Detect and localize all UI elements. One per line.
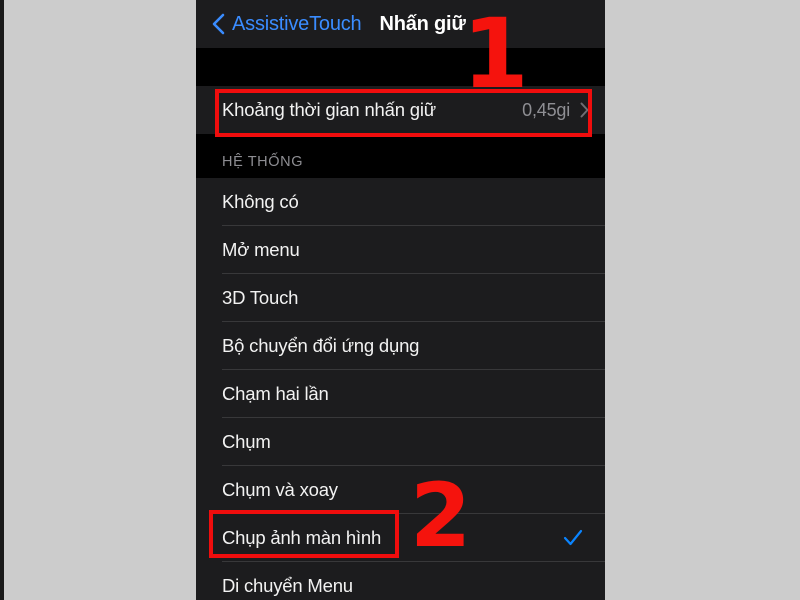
hold-duration-right: 0,45gi xyxy=(522,100,589,121)
back-button[interactable]: AssistiveTouch xyxy=(212,12,362,36)
row-hold-duration[interactable]: Khoảng thời gian nhấn giữ 0,45gi xyxy=(196,86,605,134)
list-item[interactable]: Chụp ảnh màn hình xyxy=(196,514,605,561)
list-item-label: Mở menu xyxy=(222,238,300,260)
option-list: Không có Mở menu 3D Touch Bộ chuyển đổi ứng… xyxy=(196,178,605,600)
list-item[interactable]: Chụm và xoay xyxy=(196,466,605,513)
list-item-label: Chạm hai lần xyxy=(222,382,329,404)
list-item-label: 3D Touch xyxy=(222,286,299,308)
left-edge-strip xyxy=(0,0,4,600)
list-item-label: Chụm xyxy=(222,430,271,452)
list-item-label: Di chuyển Menu xyxy=(222,574,353,596)
section-header-label: HỆ THỐNG xyxy=(222,154,304,170)
list-item[interactable]: Chụm xyxy=(196,418,605,465)
list-item[interactable]: Bộ chuyển đổi ứng dụng xyxy=(196,322,605,369)
navigation-bar: AssistiveTouch Nhấn giữ xyxy=(196,0,605,48)
list-item[interactable]: Di chuyển Menu xyxy=(196,562,605,600)
screenshot-canvas: AssistiveTouch Nhấn giữ Khoảng thời gian… xyxy=(0,0,800,600)
chevron-left-icon xyxy=(212,13,225,35)
phone-screen: AssistiveTouch Nhấn giữ Khoảng thời gian… xyxy=(196,0,605,600)
list-item[interactable]: Mở menu xyxy=(196,226,605,273)
navbar-gap xyxy=(196,48,605,86)
back-button-label: AssistiveTouch xyxy=(232,12,362,35)
section-header-system: HỆ THỐNG xyxy=(196,134,605,178)
hold-duration-value: 0,45gi xyxy=(522,99,570,120)
list-item-label: Bộ chuyển đổi ứng dụng xyxy=(222,334,420,356)
list-item[interactable]: Không có xyxy=(196,178,605,225)
page-title: Nhấn giữ xyxy=(379,12,466,35)
list-item-label: Chụp ảnh màn hình xyxy=(222,526,382,548)
hold-duration-label: Khoảng thời gian nhấn giữ xyxy=(222,99,436,120)
list-item-label: Không có xyxy=(222,190,299,212)
list-item-label: Chụm và xoay xyxy=(222,478,338,500)
list-item[interactable]: Chạm hai lần xyxy=(196,370,605,417)
chevron-right-icon xyxy=(580,102,589,118)
list-item[interactable]: 3D Touch xyxy=(196,274,605,321)
checkmark-icon xyxy=(563,529,583,545)
